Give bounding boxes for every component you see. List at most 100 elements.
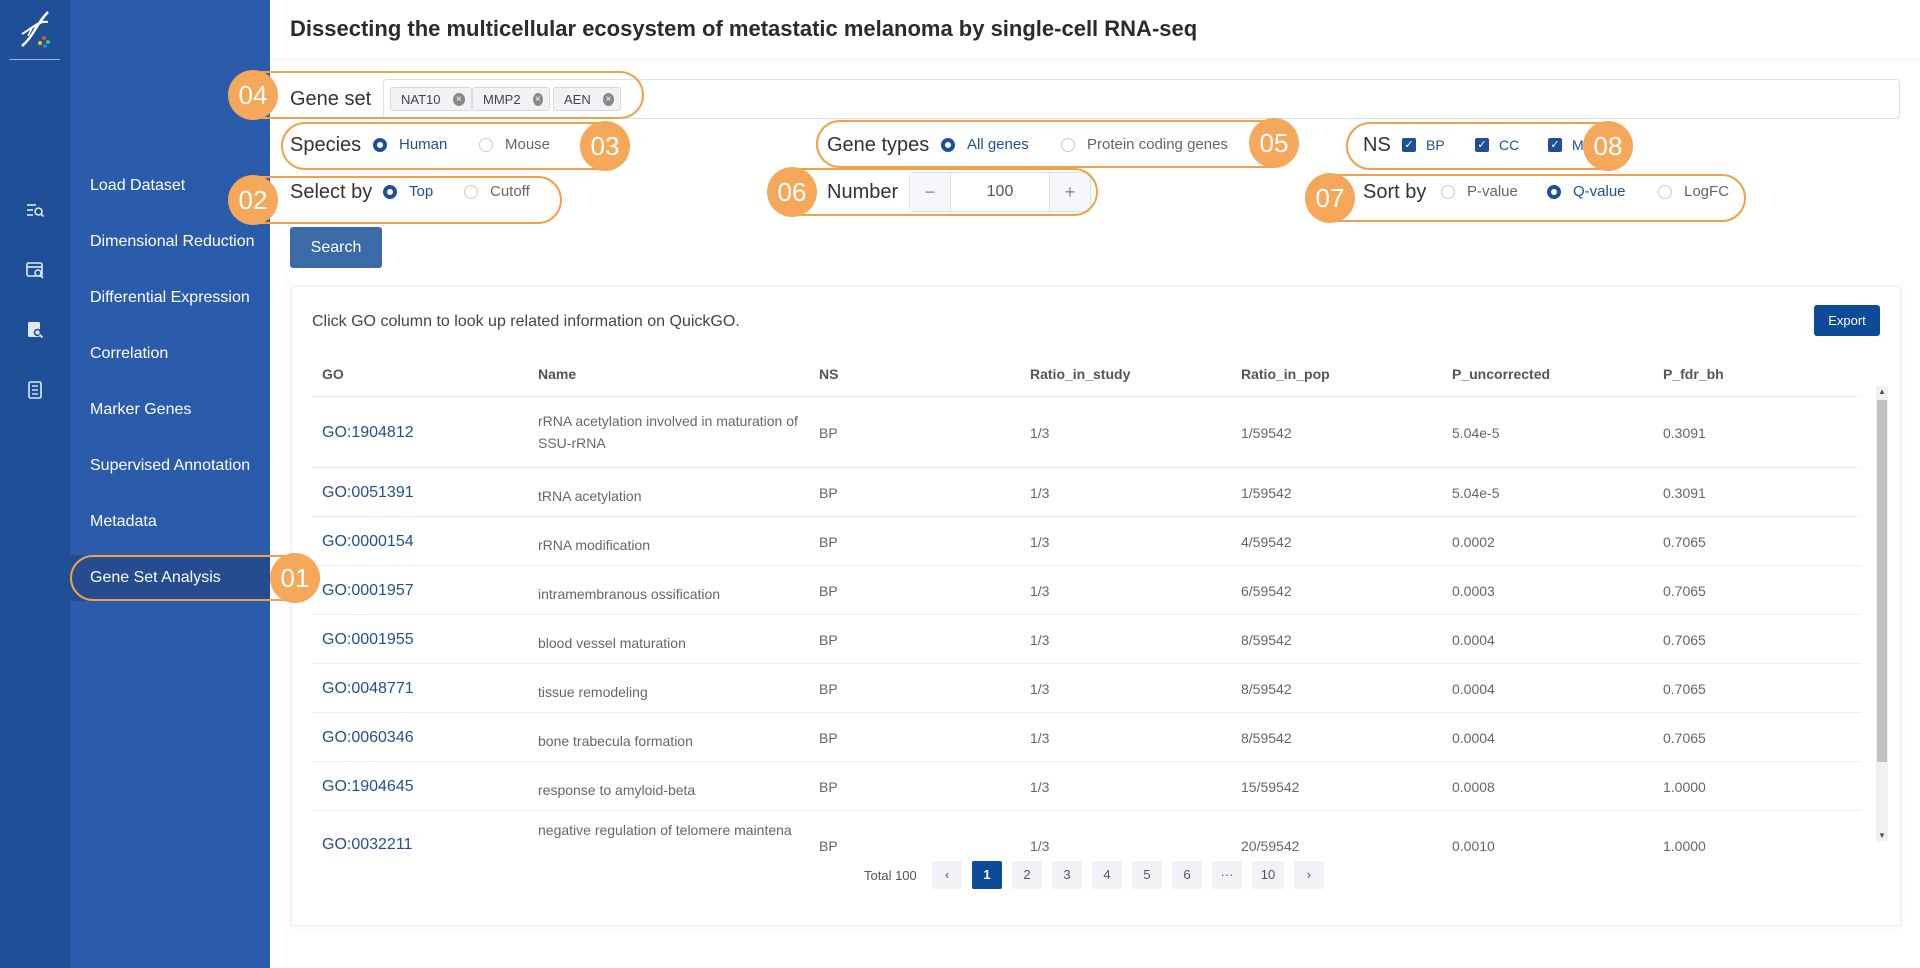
cell-go[interactable]: GO:0051391 — [322, 484, 414, 502]
cell-go[interactable]: GO:0060346 — [322, 729, 414, 747]
logo-divider — [9, 59, 60, 60]
cell-ratio-in-pop: 8/59542 — [1241, 632, 1292, 648]
cell-p-fdr-bh: 0.7065 — [1663, 632, 1706, 648]
cell-p-fdr-bh: 0.7065 — [1663, 730, 1706, 746]
table-row: GO:0051391 tRNA acetylation BP 1/3 1/59542 5.… — [312, 468, 1861, 517]
cell-p-uncorrected: 0.0004 — [1452, 632, 1495, 648]
cell-ns: BP — [819, 779, 838, 795]
annotation-ring-05 — [816, 120, 1294, 168]
cell-ns: BP — [819, 534, 838, 550]
column-header-ratio-in-pop[interactable]: Ratio_in_pop — [1241, 366, 1330, 382]
table-scrollbar[interactable]: ▲ ▼ — [1876, 386, 1888, 841]
table-body[interactable]: GO:1904812 rRNA acetylation involved in m… — [312, 398, 1861, 853]
prev-page-button[interactable]: ‹ — [932, 861, 962, 889]
annotation-badge-08: 08 — [1583, 121, 1633, 171]
cell-ratio-in-study: 1/3 — [1030, 681, 1050, 697]
annotation-ring-04 — [230, 71, 644, 119]
column-header-ns[interactable]: NS — [819, 366, 838, 382]
cell-ratio-in-study: 1/3 — [1030, 583, 1050, 599]
cell-p-uncorrected: 0.0004 — [1452, 681, 1495, 697]
book-icon[interactable] — [25, 380, 45, 400]
cell-ratio-in-study: 1/3 — [1030, 425, 1050, 441]
sidebar-item-metadata[interactable]: Metadata — [90, 513, 157, 531]
cell-ratio-in-pop: 15/59542 — [1241, 779, 1300, 795]
cell-p-uncorrected: 0.0002 — [1452, 534, 1495, 550]
sidebar-item-supervised-annotation[interactable]: Supervised Annotation — [90, 457, 250, 475]
cell-p-uncorrected: 0.0003 — [1452, 583, 1495, 599]
cell-p-uncorrected: 5.04e-5 — [1452, 485, 1500, 501]
cell-ns: BP — [819, 485, 838, 501]
sidebar-item-correlation[interactable]: Correlation — [90, 345, 168, 363]
scrollbar-thumb[interactable] — [1877, 400, 1887, 762]
search-button[interactable]: Search — [290, 227, 382, 268]
cell-ratio-in-study: 1/3 — [1030, 779, 1050, 795]
column-header-p-fdr-bh[interactable]: P_fdr_bh — [1663, 366, 1724, 382]
cell-ratio-in-study: 1/3 — [1030, 485, 1050, 501]
cell-p-fdr-bh: 1.0000 — [1663, 838, 1706, 853]
column-header-p-uncorrected[interactable]: P_uncorrected — [1452, 366, 1550, 382]
cell-name: intramembranous ossification — [538, 586, 721, 602]
page-header: Dissecting the multicellular ecosystem o… — [270, 0, 1920, 58]
cell-ns: BP — [819, 425, 838, 441]
cell-ratio-in-pop: 1/59542 — [1241, 425, 1292, 441]
export-button[interactable]: Export — [1814, 305, 1880, 336]
cell-name: tRNA acetylation — [538, 488, 642, 504]
next-page-button[interactable]: › — [1294, 861, 1324, 889]
cell-go[interactable]: GO:1904812 — [322, 424, 414, 442]
table-row: GO:0001955 blood vessel maturation BP 1/3 8/… — [312, 615, 1861, 664]
cell-p-fdr-bh: 0.3091 — [1663, 485, 1706, 501]
page-button[interactable]: 1 — [972, 861, 1002, 889]
column-header-go[interactable]: GO — [322, 366, 344, 382]
table-header: GO Name NS Ratio_in_study Ratio_in_pop P… — [312, 351, 1861, 397]
annotation-badge-05: 05 — [1249, 118, 1299, 168]
cell-ratio-in-pop: 8/59542 — [1241, 681, 1292, 697]
page-ellipsis-button[interactable]: ··· — [1212, 861, 1242, 889]
page-title: Dissecting the multicellular ecosystem o… — [290, 16, 1198, 41]
cell-ns: BP — [819, 632, 838, 648]
list-search-icon[interactable] — [25, 200, 45, 220]
window-search-icon[interactable] — [25, 260, 45, 280]
page-button[interactable]: 4 — [1092, 861, 1122, 889]
cell-go[interactable]: GO:0001957 — [322, 582, 414, 600]
page-button[interactable]: 10 — [1252, 861, 1284, 889]
scroll-down-icon[interactable]: ▼ — [1878, 831, 1886, 840]
sidebar-item-dimensional-reduction[interactable]: Dimensional Reduction — [90, 233, 255, 251]
cell-name: negative regulation of telomere maintena — [538, 822, 792, 838]
cell-ns: BP — [819, 838, 838, 853]
document-search-icon[interactable] — [25, 320, 45, 340]
cell-p-uncorrected: 0.0010 — [1452, 838, 1495, 853]
cell-name: tissue remodeling — [538, 684, 648, 700]
quickgo-hint: Click GO column to look up related infor… — [312, 313, 740, 330]
annotation-badge-02: 02 — [228, 175, 278, 225]
annotation-badge-06: 06 — [767, 167, 817, 217]
cell-ns: BP — [819, 583, 838, 599]
scroll-up-icon[interactable]: ▲ — [1878, 387, 1886, 396]
annotation-ring-06 — [770, 168, 1098, 216]
cell-p-uncorrected: 0.0004 — [1452, 730, 1495, 746]
cell-name: rRNA acetylation involved in maturation … — [538, 413, 798, 451]
sidebar-item-load-dataset[interactable]: Load Dataset — [90, 177, 185, 195]
cell-ratio-in-study: 1/3 — [1030, 534, 1050, 550]
sidebar-nav: Load Dataset Dimensional Reduction Diffe… — [70, 0, 270, 968]
sidebar-item-marker-genes[interactable]: Marker Genes — [90, 401, 191, 419]
cell-go[interactable]: GO:0000154 — [322, 533, 414, 551]
page-button[interactable]: 5 — [1132, 861, 1162, 889]
cell-p-uncorrected: 0.0008 — [1452, 779, 1495, 795]
pagination: Total 100 ‹ 1 2 3 4 5 6 ··· 10 › — [292, 861, 1900, 889]
cell-p-fdr-bh: 1.0000 — [1663, 779, 1706, 795]
page-button[interactable]: 2 — [1012, 861, 1042, 889]
cell-go[interactable]: GO:0001955 — [322, 631, 414, 649]
table-row: GO:1904812 rRNA acetylation involved in m… — [312, 398, 1861, 468]
cell-go[interactable]: GO:0032211 — [322, 836, 412, 853]
page-button[interactable]: 6 — [1172, 861, 1202, 889]
cell-ratio-in-study: 1/3 — [1030, 838, 1050, 853]
cell-go[interactable]: GO:0048771 — [322, 680, 414, 698]
cell-ns: BP — [819, 681, 838, 697]
sidebar-item-differential-expression[interactable]: Differential Expression — [90, 289, 250, 307]
cell-go[interactable]: GO:1904645 — [322, 778, 414, 796]
column-header-ratio-in-study[interactable]: Ratio_in_study — [1030, 366, 1130, 382]
table-row: GO:0001957 intramembranous ossification BP… — [312, 566, 1861, 615]
page-button[interactable]: 3 — [1052, 861, 1082, 889]
cell-name: response to amyloid-beta — [538, 782, 696, 798]
column-header-name[interactable]: Name — [538, 366, 576, 382]
